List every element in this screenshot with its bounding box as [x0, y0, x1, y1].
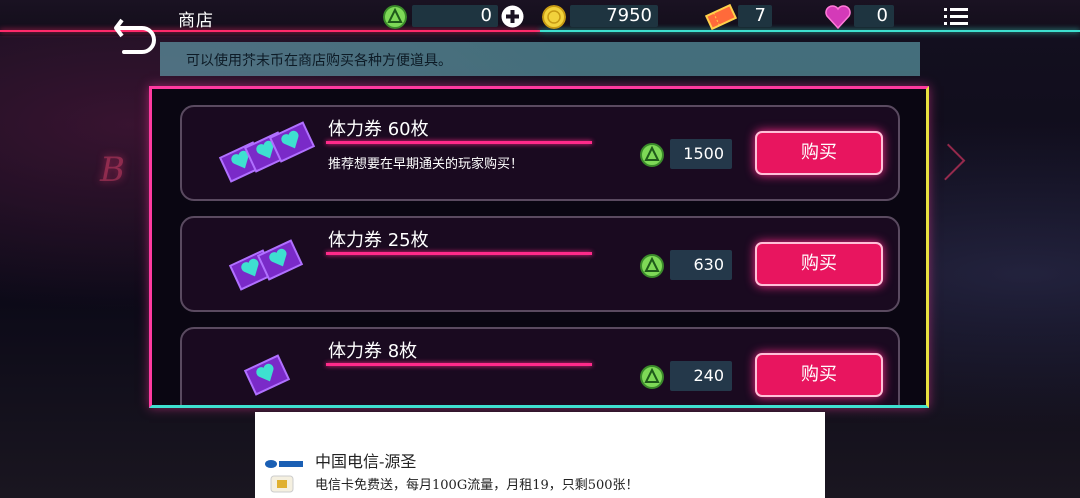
- mustard-coin-count: 0: [412, 5, 498, 27]
- shop-item-card: 体力券 25枚 630 购买: [180, 216, 900, 312]
- heart-count: 0: [854, 5, 894, 27]
- telecom-logo-icon: [265, 460, 303, 493]
- item-title-underline: [326, 363, 592, 366]
- buy-button[interactable]: 购买: [755, 242, 883, 286]
- page-title: 商店: [178, 11, 214, 31]
- item-title: 体力券 60枚: [328, 119, 429, 140]
- item-price: 1500: [670, 139, 732, 169]
- ad-description: 电信卡免费送，每月100G流量，月租19，只剩500张！: [315, 478, 639, 493]
- back-icon: [114, 18, 156, 54]
- buy-button[interactable]: 购买: [755, 353, 883, 397]
- heart-icon: [825, 5, 851, 30]
- shop-item-card: 体力券 60枚 推荐想要在早期通关的玩家购买！ 1500 购买: [180, 105, 900, 201]
- top-neon-line-pink: [0, 30, 540, 32]
- item-price: 630: [670, 250, 732, 280]
- notice-text: 可以使用芥末币在商店购买各种方便道具。: [186, 53, 452, 69]
- mustard-coin-icon: [640, 365, 664, 389]
- item-title-underline: [326, 252, 592, 255]
- item-price: 240: [670, 361, 732, 391]
- buy-button[interactable]: 购买: [755, 131, 883, 175]
- ticket-icon: [704, 3, 738, 31]
- gold-coin-icon: [542, 5, 566, 29]
- ad-title: 中国电信-源圣: [315, 452, 417, 471]
- mustard-coin-icon: [640, 143, 664, 167]
- mustard-coin-icon: [640, 254, 664, 278]
- top-neon-line-cyan: [540, 30, 1080, 32]
- mustard-coin-icon: [383, 5, 407, 29]
- back-button[interactable]: [112, 10, 164, 58]
- background-neon-sign: B: [100, 150, 125, 190]
- item-title: 体力券 8枚: [328, 341, 418, 362]
- shop-item-card: 体力券 8枚 240 购买: [180, 327, 900, 405]
- ticket-count: 7: [738, 5, 772, 27]
- item-title-underline: [326, 141, 592, 144]
- notice-banner: 可以使用芥末币在商店购买各种方便道具。: [160, 42, 920, 76]
- stamina-ticket-icon: [218, 121, 316, 183]
- gold-coin-count: 7950: [570, 5, 658, 27]
- plus-icon[interactable]: [500, 4, 525, 29]
- stamina-ticket-icon: [228, 239, 304, 291]
- stamina-ticket-icon: [243, 354, 291, 396]
- item-description: 推荐想要在早期通关的玩家购买！: [328, 157, 524, 172]
- menu-button[interactable]: [944, 6, 968, 26]
- shop-panel: 体力券 60枚 推荐想要在早期通关的玩家购买！ 1500 购买 体力券 25枚 …: [149, 86, 929, 408]
- ad-banner[interactable]: 中国电信-源圣 电信卡免费送，每月100G流量，月租19，只剩500张！: [255, 412, 825, 498]
- item-title: 体力券 25枚: [328, 230, 429, 251]
